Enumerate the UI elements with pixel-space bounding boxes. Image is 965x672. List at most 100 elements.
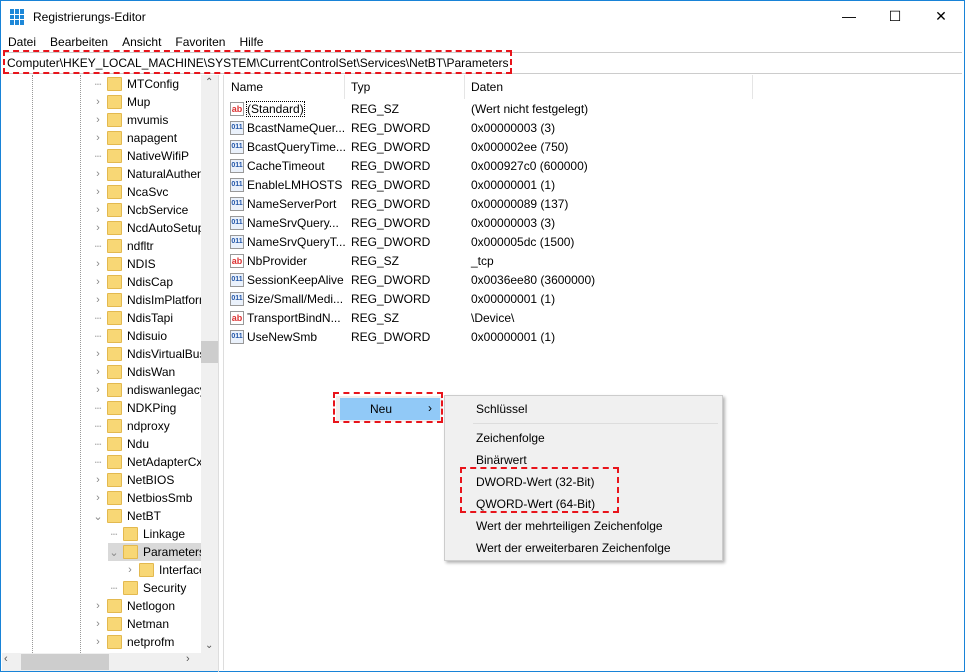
menu-bearbeiten[interactable]: Bearbeiten <box>43 33 115 51</box>
value-row[interactable]: 011 NameSrvQuery... REG_DWORD 0x00000003 (3… <box>230 213 770 232</box>
tree-item[interactable]: › NDIS <box>92 255 156 273</box>
value-row[interactable]: ab TransportBindN... REG_SZ \Device\ <box>230 308 770 327</box>
value-row[interactable]: 011 CacheTimeout REG_DWORD 0x000927c0 (6000… <box>230 156 770 175</box>
tree-item[interactable]: ┈ ndfltr <box>92 237 154 255</box>
expand-icon[interactable]: › <box>124 564 136 576</box>
tree-horizontal-scrollbar[interactable]: ‹ › <box>2 653 218 671</box>
value-row[interactable]: 011 BcastNameQuer... REG_DWORD 0x00000003 (… <box>230 118 770 137</box>
menu-datei[interactable]: Datei <box>1 33 43 51</box>
tree-item[interactable]: ┈ ndproxy <box>92 417 170 435</box>
expand-icon[interactable]: › <box>92 474 104 486</box>
menu-item-schluessel[interactable]: Schlüssel <box>476 399 527 419</box>
tree-item[interactable]: › napagent <box>92 129 177 147</box>
expand-icon[interactable]: › <box>92 636 104 648</box>
tree-item[interactable]: ┈ NdisTapi <box>92 309 173 327</box>
key-tree[interactable]: ┈ MTConfig › Mup › mvumis › napagent ┈ NativeWifi… <box>2 75 219 672</box>
tree-item[interactable]: › NcdAutoSetup <box>92 219 204 237</box>
tree-item[interactable]: ┈ Ndisuio <box>92 327 167 345</box>
folder-icon <box>107 455 122 469</box>
tree-item[interactable]: › NdisImPlatform <box>92 291 209 309</box>
scroll-left-icon[interactable]: ‹ <box>4 653 8 665</box>
expand-icon[interactable]: › <box>92 132 104 144</box>
column-type[interactable]: Typ <box>351 80 370 94</box>
value-row[interactable]: 011 BcastQueryTime... REG_DWORD 0x000002ee … <box>230 137 770 156</box>
tree-item[interactable]: › ndiswanlegacy <box>92 381 206 399</box>
tree-item[interactable]: ┈ Security <box>108 579 186 597</box>
tree-item[interactable]: › NetBIOS <box>92 471 174 489</box>
address-bar[interactable]: Computer\HKEY_LOCAL_MACHINE\SYSTEM\Curre… <box>3 52 962 74</box>
menu-hilfe[interactable]: Hilfe <box>232 33 270 51</box>
menu-item-neu[interactable]: Neu › <box>340 398 440 420</box>
minimize-button[interactable]: — <box>826 1 872 31</box>
close-button[interactable]: ✕ <box>918 1 964 31</box>
collapse-icon[interactable]: ⌄ <box>108 546 120 559</box>
folder-icon <box>107 203 122 217</box>
scroll-up-icon[interactable]: ⌃ <box>205 77 213 88</box>
tree-item[interactable]: › Mup <box>92 93 150 111</box>
tree-item[interactable]: › NcaSvc <box>92 183 168 201</box>
menu-item-qword[interactable]: QWORD-Wert (64-Bit) <box>476 494 595 514</box>
tree-vertical-scrollbar[interactable]: ⌃ ⌄ <box>201 75 218 653</box>
value-row[interactable]: 011 SessionKeepAlive REG_DWORD 0x0036ee80 (… <box>230 270 770 289</box>
menu-item-dword[interactable]: DWORD-Wert (32-Bit) <box>476 472 594 492</box>
expand-icon[interactable]: › <box>92 384 104 396</box>
value-row[interactable]: ab NbProvider REG_SZ _tcp <box>230 251 770 270</box>
maximize-button[interactable]: ☐ <box>872 1 918 31</box>
tree-item[interactable]: › NdisCap <box>92 273 173 291</box>
values-list[interactable]: Name Typ Daten ab (Standard) REG_SZ (Wert n… <box>223 75 963 670</box>
menu-ansicht[interactable]: Ansicht <box>115 33 168 51</box>
folder-icon <box>107 329 122 343</box>
menu-item-binaerwert[interactable]: Binärwert <box>476 450 527 470</box>
expand-icon[interactable]: › <box>92 168 104 180</box>
value-row[interactable]: 011 UseNewSmb REG_DWORD 0x00000001 (1) <box>230 327 770 346</box>
column-data[interactable]: Daten <box>471 80 503 94</box>
expand-icon[interactable]: › <box>92 114 104 126</box>
expand-icon[interactable]: › <box>92 600 104 612</box>
menu-favoriten[interactable]: Favoriten <box>168 33 232 51</box>
tree-item[interactable]: › Netman <box>92 615 169 633</box>
expand-icon[interactable]: › <box>92 276 104 288</box>
scroll-right-icon[interactable]: › <box>186 653 190 665</box>
tree-item[interactable]: ┈ Ndu <box>92 435 149 453</box>
tree-item[interactable]: › NetbiosSmb <box>92 489 192 507</box>
expand-icon[interactable]: › <box>92 366 104 378</box>
expand-icon[interactable]: › <box>92 348 104 360</box>
expand-icon[interactable]: › <box>92 96 104 108</box>
tree-item[interactable]: › Interfaces <box>124 561 212 579</box>
value-row[interactable]: ab (Standard) REG_SZ (Wert nicht festgelegt… <box>230 99 770 118</box>
expand-icon[interactable]: › <box>92 186 104 198</box>
menu-item-multi-string[interactable]: Wert der mehrteiligen Zeichenfolge <box>476 516 663 536</box>
expand-icon[interactable]: › <box>92 204 104 216</box>
scrollbar-thumb[interactable] <box>201 341 218 363</box>
tree-item[interactable]: › NaturalAuthen <box>92 165 204 183</box>
scroll-down-icon[interactable]: ⌄ <box>205 640 213 651</box>
expand-icon[interactable]: › <box>92 222 104 234</box>
tree-item[interactable]: › NdisWan <box>92 363 175 381</box>
tree-item[interactable]: ⌄ NetBT <box>92 507 161 525</box>
value-name: NameSrvQuery... <box>247 215 339 230</box>
collapse-icon[interactable]: ⌄ <box>92 510 104 523</box>
tree-item[interactable]: ┈ Linkage <box>108 525 185 543</box>
tree-item[interactable]: › mvumis <box>92 111 168 129</box>
expand-icon[interactable]: › <box>92 258 104 270</box>
hscrollbar-thumb[interactable] <box>21 654 109 670</box>
expand-icon[interactable]: › <box>92 492 104 504</box>
value-row[interactable]: 011 EnableLMHOSTS REG_DWORD 0x00000001 (1) <box>230 175 770 194</box>
tree-item[interactable]: › netprofm <box>92 633 174 651</box>
tree-item[interactable]: ┈ NetAdapterCx <box>92 453 202 471</box>
tree-item[interactable]: › NdisVirtualBus <box>92 345 205 363</box>
menu-item-zeichenfolge[interactable]: Zeichenfolge <box>476 428 545 448</box>
tree-item[interactable]: ┈ NativeWifiP <box>92 147 189 165</box>
tree-item[interactable]: › NcbService <box>92 201 188 219</box>
value-row[interactable]: 011 NameSrvQueryT... REG_DWORD 0x000005dc (… <box>230 232 770 251</box>
menu-item-expandable-string[interactable]: Wert der erweiterbaren Zeichenfolge <box>476 538 671 558</box>
expand-icon[interactable]: › <box>92 618 104 630</box>
column-name[interactable]: Name <box>231 80 263 94</box>
tree-item[interactable]: ┈ MTConfig <box>92 75 179 93</box>
tree-item[interactable]: ┈ NDKPing <box>92 399 176 417</box>
expand-icon[interactable]: › <box>92 294 104 306</box>
tree-item[interactable]: › Netlogon <box>92 597 175 615</box>
value-row[interactable]: 011 NameServerPort REG_DWORD 0x00000089 (13… <box>230 194 770 213</box>
tree-connector: ┈ <box>94 420 102 433</box>
value-row[interactable]: 011 Size/Small/Medi... REG_DWORD 0x00000001… <box>230 289 770 308</box>
